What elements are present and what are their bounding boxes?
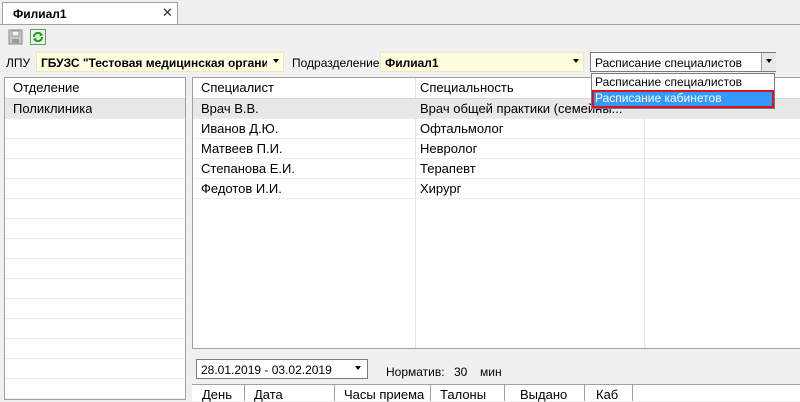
toolbar [0,25,800,49]
tab-branch1[interactable]: Филиал1 ✕ [2,2,178,24]
empty-row [5,319,185,339]
lpu-label: ЛПУ [6,56,31,70]
specialist-name: Матвеев П.И. [201,141,283,156]
filter-bar: ЛПУ ГБУЗС "Тестовая медицинская органи П… [0,50,800,74]
specialist-name: Иванов Д.Ю. [201,121,279,136]
subdivision-value: Филиал1 [385,56,439,70]
department-panel: Отделение Поликлиника [4,77,186,400]
chevron-down-icon [573,59,579,63]
view-select[interactable]: Расписание специалистов [590,52,776,72]
dropdown-option-highlighted[interactable]: Расписание кабинетов [592,90,774,108]
column-divider [430,385,431,401]
date-range-select[interactable]: 28.01.2019 - 03.02.2019 [196,359,368,379]
lpu-select[interactable]: ГБУЗС "Тестовая медицинская органи [36,52,284,72]
specialty-name: Хирург [420,181,462,196]
empty-row [5,139,185,159]
empty-row [5,259,185,279]
save-icon[interactable] [8,29,24,45]
department-name: Поликлиника [13,101,93,116]
close-icon[interactable]: ✕ [162,5,173,21]
column-divider [632,385,633,401]
period-bar: 28.01.2019 - 03.02.2019 Норматив: 30 мин [192,356,800,382]
refresh-icon[interactable] [30,29,46,45]
specialists-panel: Специалист Специальность Врач В.В. Врач … [192,77,800,349]
schedule-header: День Дата Часы приема Талоны Выдано Каб [192,384,800,402]
specialist-name: Степанова Е.И. [201,161,295,176]
empty-row [5,219,185,239]
empty-row [5,199,185,219]
subdivision-select[interactable]: Филиал1 [380,52,584,72]
norm-value: 30 [454,365,468,379]
norm-unit: мин [480,365,502,379]
chevron-down-icon [355,366,361,370]
tab-bar: Филиал1 ✕ [0,0,800,25]
table-row[interactable]: Матвеев П.И. Невролог [193,139,800,159]
column-divider [584,385,585,401]
lpu-value: ГБУЗС "Тестовая медицинская органи [41,56,267,70]
view-dropdown-list: Расписание специалистов Расписание кабин… [591,73,775,109]
empty-row [5,279,185,299]
table-row[interactable]: Степанова Е.И. Терапевт [193,159,800,179]
view-value: Расписание специалистов [595,56,743,70]
specialty-name: Офтальмолог [420,121,504,136]
subdivision-label: Подразделение [292,56,380,70]
norm-label: Норматив: [386,365,445,379]
dropdown-option[interactable]: Расписание специалистов [593,75,773,91]
table-row[interactable]: Федотов И.И. Хирург [193,179,800,199]
empty-row [5,339,185,359]
tab-label: Филиал1 [13,7,67,21]
empty-row [5,299,185,319]
column-divider [504,385,505,401]
specialty-column-header[interactable]: Специальность [420,80,514,95]
specialist-name: Врач В.В. [201,101,259,116]
empty-row [5,239,185,259]
empty-row [5,379,185,399]
column-divider [334,385,335,401]
department-column-header[interactable]: Отделение [13,80,80,95]
empty-row [5,359,185,379]
empty-row [5,159,185,179]
date-range-value: 28.01.2019 - 03.02.2019 [201,363,332,377]
dropdown-button[interactable] [761,53,776,71]
specialist-name: Федотов И.И. [201,181,282,196]
specialist-column-header[interactable]: Специалист [201,80,274,95]
empty-row [5,179,185,199]
empty-row [5,119,185,139]
table-row[interactable]: Иванов Д.Ю. Офтальмолог [193,119,800,139]
specialty-name: Невролог [420,141,478,156]
specialty-name: Терапевт [420,161,476,176]
department-header: Отделение [5,78,185,99]
chevron-down-icon [766,59,772,63]
chevron-down-icon [273,59,279,63]
column-divider [244,385,245,401]
list-item[interactable]: Поликлиника [5,99,185,119]
